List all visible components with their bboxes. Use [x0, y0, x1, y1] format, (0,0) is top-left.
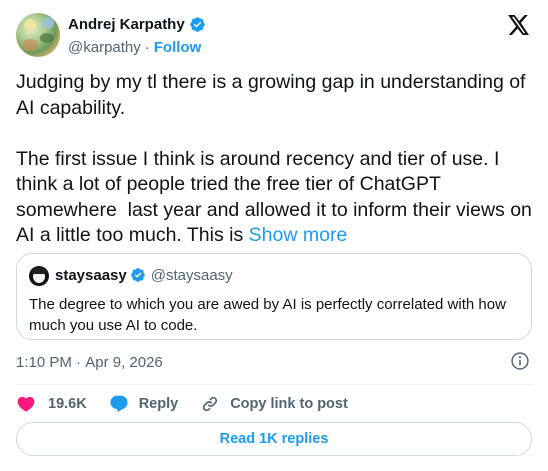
x-logo-icon[interactable] [508, 15, 530, 35]
heart-icon [17, 396, 35, 412]
copy-link-label: Copy link to post [230, 396, 348, 412]
separator-dot: · [144, 38, 150, 56]
meta-separator: · [71, 353, 86, 371]
author-display-name[interactable]: Andrej Karpathy [68, 16, 185, 33]
follow-button[interactable]: Follow [154, 39, 202, 56]
action-bar: 19.6K Reply Copy link to post [16, 392, 370, 416]
show-more-link[interactable]: Show more [249, 224, 348, 246]
author-name-row[interactable]: Andrej Karpathy [68, 14, 206, 34]
read-replies-button[interactable]: Read 1K replies [16, 422, 532, 456]
info-icon[interactable] [510, 351, 530, 371]
tweet-time: 1:10 PM [16, 353, 72, 371]
tweet-timestamp[interactable]: 1:10 PM · Apr 9, 2026 [16, 352, 163, 372]
like-button[interactable]: 19.6K [16, 394, 87, 414]
quoted-text: The degree to which you are awed by AI i… [29, 296, 506, 334]
quoted-avatar[interactable] [29, 266, 49, 286]
reply-label: Reply [138, 396, 179, 412]
author-handle[interactable]: @karpathy [68, 39, 141, 56]
tweet-date: Apr 9, 2026 [85, 353, 163, 371]
quoted-verified-badge-icon [130, 268, 145, 282]
verified-badge-icon [189, 16, 205, 32]
quoted-display-name[interactable]: staysaasy [55, 267, 127, 284]
quoted-handle[interactable]: @staysaasy [151, 267, 233, 284]
divider [16, 384, 532, 385]
author-handle-row: @karpathy · Follow [68, 37, 201, 57]
speech-bubble-icon [110, 395, 128, 413]
link-icon [203, 396, 218, 412]
tweet-paragraph-1: Judging by my tl there is a growing gap … [16, 71, 526, 119]
quoted-tweet[interactable]: staysaasy @staysaasy The degree to which… [16, 253, 532, 340]
quoted-author-row: staysaasy @staysaasy [55, 264, 233, 286]
reply-button[interactable]: Reply [109, 394, 179, 414]
tweet-paragraph-2: The first issue I think is around recenc… [16, 147, 536, 249]
read-replies-label: Read 1K replies [219, 431, 329, 447]
tweet-card: Andrej Karpathy @karpathy · Follow Judgi… [0, 0, 548, 471]
tweet-text: Judging by my tl there is a growing gap … [16, 70, 536, 249]
like-count: 19.6K [48, 396, 87, 412]
copy-link-button[interactable]: Copy link to post [200, 394, 348, 414]
avatar[interactable] [16, 13, 60, 57]
